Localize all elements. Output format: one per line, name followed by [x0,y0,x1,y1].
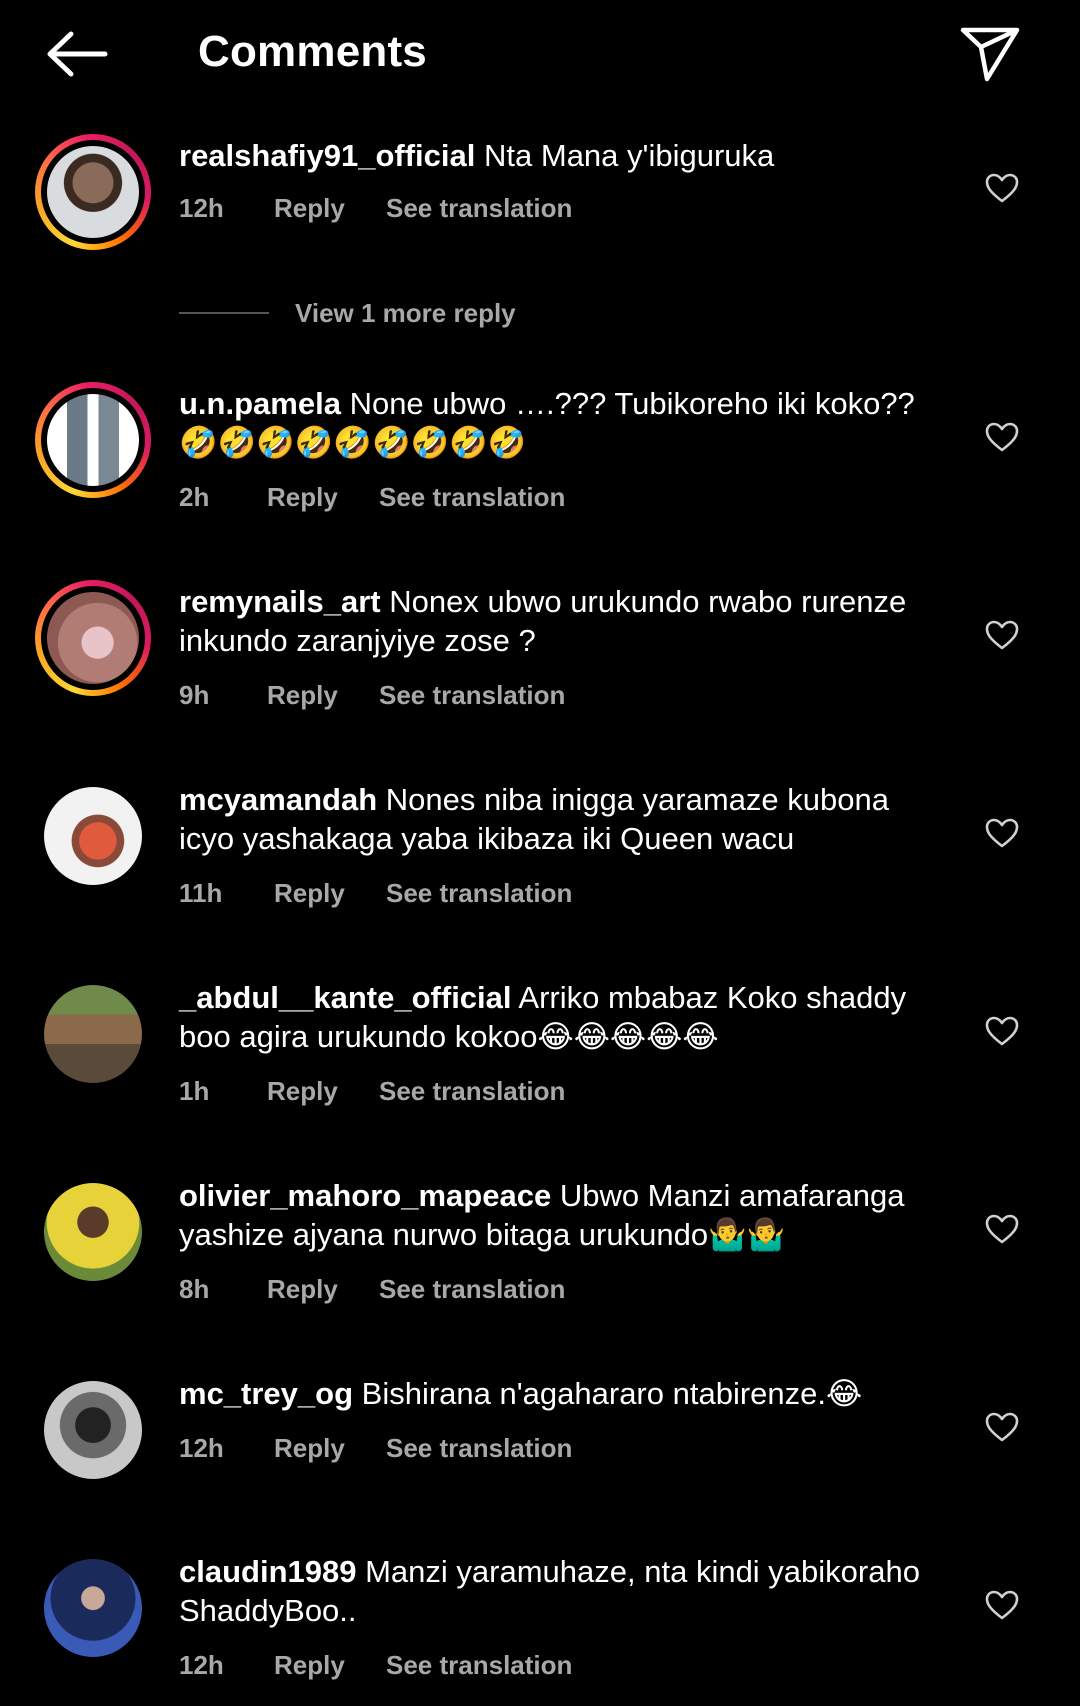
comment-meta: 1h Reply See translation [179,1076,565,1107]
see-translation-button[interactable]: See translation [386,193,572,224]
comment-time: 1h [179,1076,210,1106]
comment-meta: 11h Reply See translation [179,878,572,909]
avatar[interactable] [35,580,151,696]
comment-username[interactable]: realshafiy91_official [179,138,475,173]
comment-username[interactable]: u.n.pamela [179,386,341,421]
comment-text: remynails_art Nonex ubwo urukundo rwabo … [179,582,939,660]
avatar[interactable] [35,1372,151,1488]
reply-button[interactable]: Reply [274,1433,386,1464]
reply-button[interactable]: Reply [274,193,386,224]
avatar[interactable] [35,1174,151,1290]
comment-meta: 12h Reply See translation [179,193,572,224]
like-button[interactable] [982,1585,1022,1625]
divider [179,312,269,314]
comment-username[interactable]: claudin1989 [179,1554,356,1589]
reply-button[interactable]: Reply [274,1650,386,1681]
comment-meta: 8h Reply See translation [179,1274,565,1305]
like-button[interactable] [982,1011,1022,1051]
avatar[interactable] [35,976,151,1092]
share-button[interactable] [954,18,1026,90]
comment-meta: 12h Reply See translation [179,1650,572,1681]
heart-icon [985,1590,1019,1620]
like-button[interactable] [982,417,1022,457]
comment-username[interactable]: remynails_art [179,584,381,619]
paper-plane-icon [960,27,1020,82]
comment-body: Bishirana n'agahararo ntabirenze.😂 [361,1376,863,1411]
comment-text: claudin1989 Manzi yaramuhaze, nta kindi … [179,1552,939,1630]
comment-meta: 12h Reply See translation [179,1433,572,1464]
heart-icon [985,1412,1019,1442]
comment-text: realshafiy91_official Nta Mana y'ibiguru… [179,136,939,175]
reply-button[interactable]: Reply [274,878,386,909]
avatar[interactable] [35,134,151,250]
see-translation-button[interactable]: See translation [379,1076,565,1107]
comment-text: mc_trey_og Bishirana n'agahararo ntabire… [179,1374,939,1413]
back-button[interactable] [36,22,118,86]
avatar[interactable] [35,778,151,894]
comment-time: 9h [179,680,210,710]
arrow-left-icon [47,31,108,77]
comment-meta: 2h Reply See translation [179,482,565,513]
comment-time: 12h [179,1650,224,1680]
reply-button[interactable]: Reply [267,1076,379,1107]
comment-username[interactable]: olivier_mahoro_mapeace [179,1178,551,1213]
comment-time: 12h [179,1433,224,1463]
avatar[interactable] [35,382,151,498]
header: Comments [0,0,1080,104]
reply-button[interactable]: Reply [267,1274,379,1305]
comment-body: Nta Mana y'ibiguruka [484,138,775,173]
heart-icon [985,1016,1019,1046]
reply-button[interactable]: Reply [267,680,379,711]
heart-icon [985,620,1019,650]
heart-icon [985,1214,1019,1244]
like-button[interactable] [982,1407,1022,1447]
see-translation-button[interactable]: See translation [386,878,572,909]
view-more-label: View 1 more reply [295,297,516,328]
view-more-replies-button[interactable]: View 1 more reply [179,298,516,328]
like-button[interactable] [982,1209,1022,1249]
reply-button[interactable]: Reply [267,482,379,513]
comment-text: u.n.pamela None ubwo ….??? Tubikoreho ik… [179,384,939,462]
see-translation-button[interactable]: See translation [379,1274,565,1305]
comment-time: 12h [179,193,224,223]
avatar[interactable] [35,1550,151,1666]
comment-username[interactable]: _abdul__kante_official [179,980,512,1015]
heart-icon [985,422,1019,452]
like-button[interactable] [982,615,1022,655]
see-translation-button[interactable]: See translation [379,482,565,513]
like-button[interactable] [982,168,1022,208]
comment-text: mcyamandah Nones niba inigga yaramaze ku… [179,780,939,858]
like-button[interactable] [982,813,1022,853]
see-translation-button[interactable]: See translation [379,680,565,711]
see-translation-button[interactable]: See translation [386,1650,572,1681]
comment-time: 11h [179,878,223,908]
comment-username[interactable]: mc_trey_og [179,1376,353,1411]
heart-icon [985,818,1019,848]
comment-meta: 9h Reply See translation [179,680,565,711]
comment-text: _abdul__kante_official Arriko mbabaz Kok… [179,978,939,1056]
comment-username[interactable]: mcyamandah [179,782,377,817]
heart-icon [985,173,1019,203]
comment-time: 8h [179,1274,210,1304]
see-translation-button[interactable]: See translation [386,1433,572,1464]
page-title: Comments [198,27,427,76]
comment-time: 2h [179,482,210,512]
comment-text: olivier_mahoro_mapeace Ubwo Manzi amafar… [179,1176,939,1254]
